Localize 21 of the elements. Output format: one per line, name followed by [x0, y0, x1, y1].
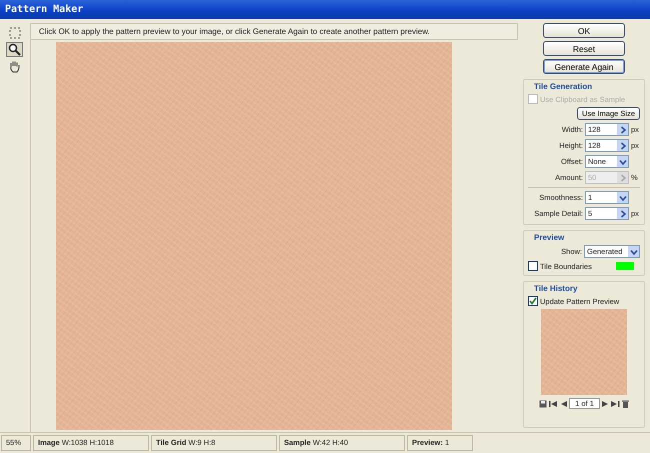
chevron-down-icon — [618, 158, 626, 166]
group-title: Preview — [533, 233, 566, 242]
zoom-tool[interactable] — [6, 42, 24, 57]
color-swatch[interactable] — [616, 262, 634, 270]
arrow-right-icon — [618, 210, 626, 218]
instruction-text: Click OK to apply the pattern preview to your image, or click Generate Again to create another pattern preview. — [38, 27, 430, 36]
checkbox[interactable] — [528, 261, 538, 271]
checkbox[interactable] — [528, 296, 538, 306]
chevron-down-icon — [630, 248, 638, 256]
trash-icon[interactable] — [622, 400, 629, 408]
dialog-button[interactable]: Reset — [543, 41, 625, 56]
group-title: Tile History — [533, 284, 578, 293]
arrow-right-icon — [618, 174, 626, 182]
first-icon[interactable] — [549, 400, 558, 408]
group-title: Tile Generation — [533, 82, 594, 91]
window-title: Pattern Maker — [5, 4, 84, 15]
dialog-button[interactable]: Generate Again — [543, 59, 625, 74]
dialog-button[interactable]: OK — [543, 23, 625, 38]
save-icon[interactable] — [539, 400, 548, 408]
last-icon[interactable] — [610, 400, 620, 408]
chevron-down-icon — [618, 194, 626, 202]
